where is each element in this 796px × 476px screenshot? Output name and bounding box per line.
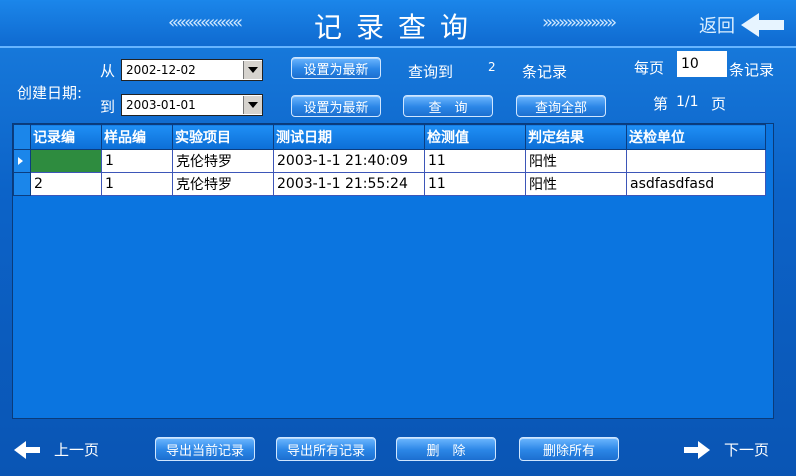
chevron-down-icon — [248, 102, 258, 108]
row-selector[interactable] — [13, 172, 31, 196]
query-all-button[interactable]: 查询全部 — [516, 95, 606, 117]
back-arrow-icon — [741, 13, 759, 37]
arrow-left-icon — [14, 440, 26, 459]
table-row[interactable]: 2 1 克伦特罗 2003-1-1 21:55:24 11 阳性 asdfasd… — [13, 172, 766, 196]
table-cell[interactable]: asdfasdfasd — [626, 172, 766, 196]
column-header[interactable]: 测试日期 — [273, 124, 425, 150]
page-title: 记录查询 — [313, 11, 482, 44]
records-table: 记录编 样品编 实验项目 测试日期 检测值 判定结果 送检单位 1 克伦特罗 2… — [13, 124, 766, 196]
create-date-label: 创建日期: — [17, 84, 83, 102]
from-date-value: 2002-12-02 — [126, 63, 196, 77]
export-all-button[interactable]: 导出所有记录 — [276, 437, 376, 461]
title-bar: ««««««««« 记录查询 »»»»»»»»» 返回 — [0, 0, 796, 48]
delete-all-button[interactable]: 删除所有 — [519, 437, 619, 461]
table-cell[interactable]: 1 — [101, 172, 173, 196]
to-date-dropdown-button[interactable] — [243, 96, 262, 114]
per-page-label: 每页 — [634, 59, 665, 77]
column-header[interactable]: 检测值 — [424, 124, 526, 150]
per-page-suffix: 条记录 — [729, 61, 775, 79]
column-header[interactable]: 记录编 — [30, 124, 102, 150]
delete-button[interactable]: 删 除 — [396, 437, 496, 461]
row-selector[interactable] — [13, 149, 31, 173]
to-label: 到 — [100, 98, 116, 116]
to-date-value: 2003-01-01 — [126, 98, 196, 112]
page-value: 1/1 — [676, 94, 699, 110]
to-date-picker[interactable]: 2003-01-01 — [121, 94, 263, 116]
table-cell[interactable]: 阳性 — [525, 149, 627, 173]
back-button[interactable]: 返回 — [699, 12, 784, 38]
query-count-value: 2 — [488, 60, 496, 74]
set-to-latest-button[interactable]: 设置为最新 — [291, 95, 381, 117]
arrow-right-tail-icon — [684, 446, 698, 453]
table-cell[interactable]: 2003-1-1 21:55:24 — [273, 172, 425, 196]
table-cell[interactable]: 2003-1-1 21:40:09 — [273, 149, 425, 173]
chevron-down-icon — [248, 67, 258, 73]
set-from-latest-button[interactable]: 设置为最新 — [291, 57, 381, 79]
table-cell[interactable] — [30, 149, 102, 173]
arrow-left-tail-icon — [26, 446, 40, 453]
chevron-right-decoration: »»»»»»»»» — [542, 12, 617, 33]
column-header[interactable]: 判定结果 — [525, 124, 627, 150]
page-suffix: 页 — [711, 95, 727, 113]
row-header-corner — [13, 124, 31, 150]
table-cell[interactable] — [626, 149, 766, 173]
table-header-row: 记录编 样品编 实验项目 测试日期 检测值 判定结果 送检单位 — [13, 124, 766, 150]
table-cell[interactable]: 克伦特罗 — [172, 172, 274, 196]
query-count-prefix: 查询到 — [408, 63, 454, 81]
table-cell[interactable]: 2 — [30, 172, 102, 196]
per-page-input[interactable]: 10 — [677, 51, 727, 77]
table-cell[interactable]: 11 — [424, 149, 526, 173]
next-page-label: 下一页 — [724, 441, 770, 459]
from-date-picker[interactable]: 2002-12-02 — [121, 59, 263, 81]
from-label: 从 — [100, 62, 116, 80]
export-current-button[interactable]: 导出当前记录 — [155, 437, 255, 461]
query-button[interactable]: 查 询 — [403, 95, 493, 117]
page-prefix: 第 — [653, 95, 669, 113]
column-header[interactable]: 实验项目 — [172, 124, 274, 150]
prev-page-label: 上一页 — [54, 441, 100, 459]
table-cell[interactable]: 克伦特罗 — [172, 149, 274, 173]
back-arrow-tail-icon — [758, 20, 784, 30]
back-label: 返回 — [699, 16, 735, 37]
arrow-right-icon — [698, 440, 710, 459]
table-row[interactable]: 1 克伦特罗 2003-1-1 21:40:09 11 阳性 — [13, 149, 766, 173]
from-date-dropdown-button[interactable] — [243, 61, 262, 79]
records-grid[interactable]: 记录编 样品编 实验项目 测试日期 检测值 判定结果 送检单位 1 克伦特罗 2… — [12, 123, 774, 419]
table-cell[interactable]: 11 — [424, 172, 526, 196]
prev-page-button[interactable]: 上一页 — [14, 439, 99, 460]
column-header[interactable]: 样品编 — [101, 124, 173, 150]
next-page-button[interactable]: 下一页 — [684, 439, 769, 460]
column-header[interactable]: 送检单位 — [626, 124, 766, 150]
table-cell[interactable]: 阳性 — [525, 172, 627, 196]
query-count-suffix: 条记录 — [522, 63, 568, 81]
table-cell[interactable]: 1 — [101, 149, 173, 173]
